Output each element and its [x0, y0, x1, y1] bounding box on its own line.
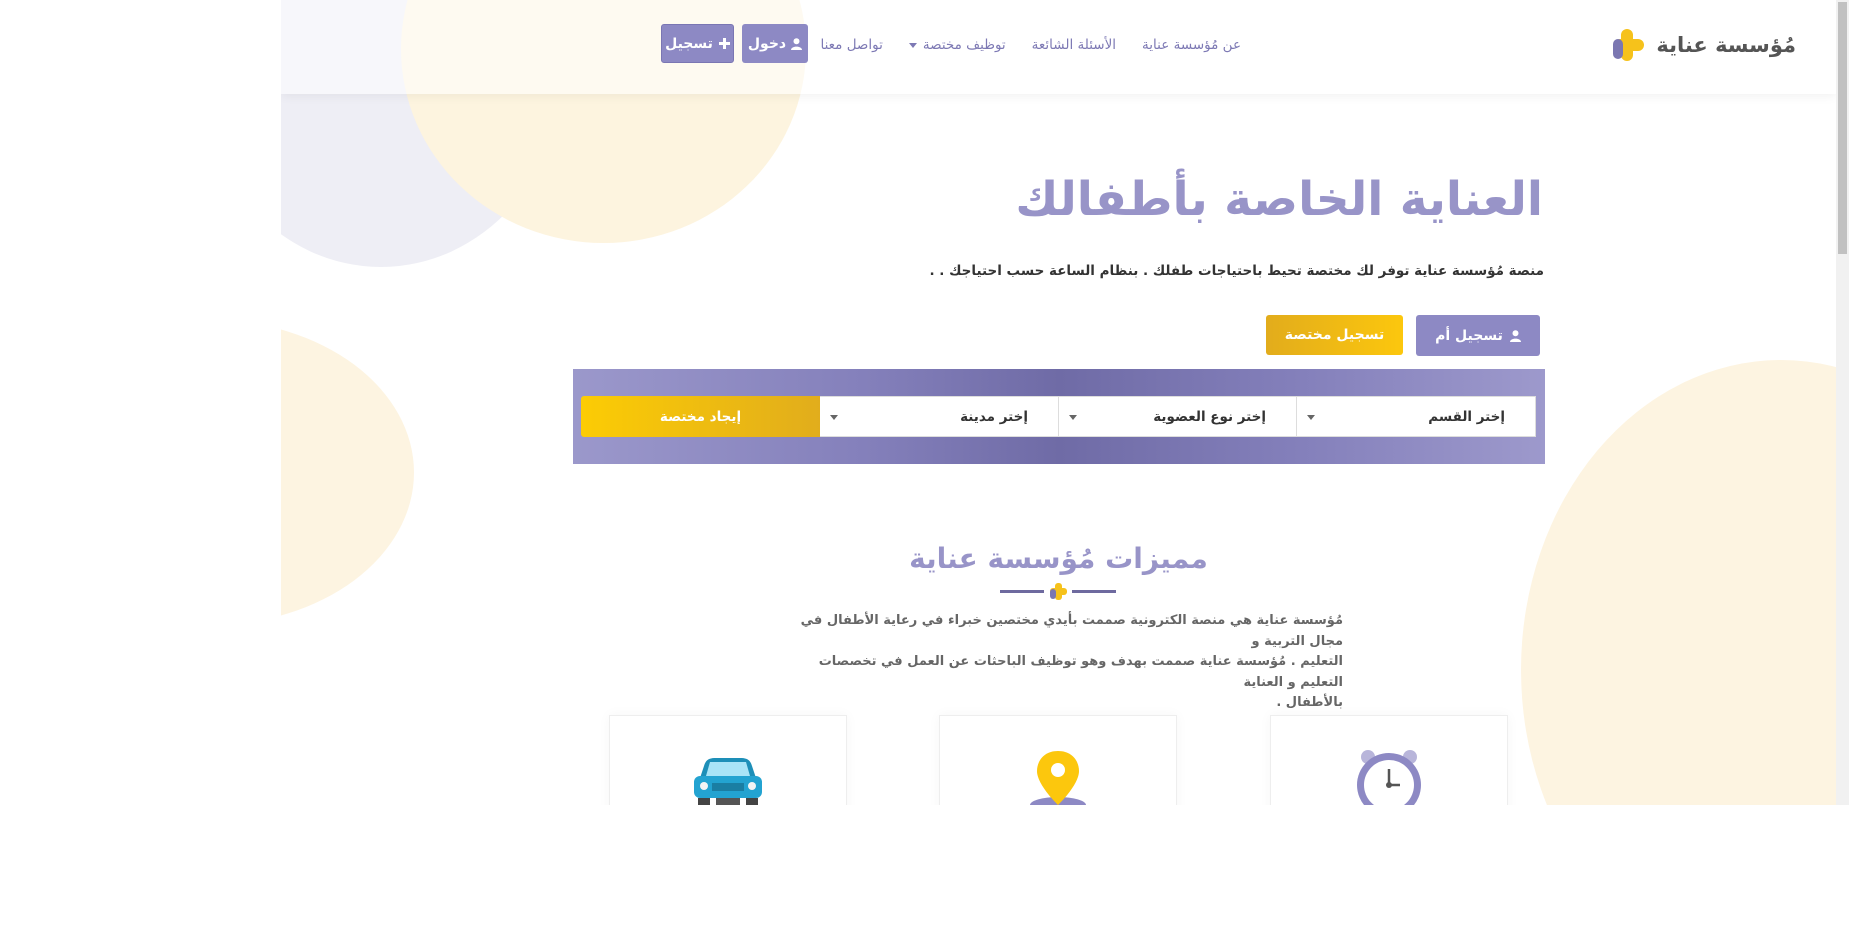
location-pin-icon: [1030, 751, 1086, 805]
site-header: مُؤسسة عناية عن مُؤسسة عناية الأسئلة الش…: [281, 0, 1836, 94]
plus-icon: [718, 38, 730, 49]
register-label: تسجيل: [665, 35, 713, 52]
logo-icon: [1612, 28, 1646, 62]
features-desc-line: بالأطفال .: [1276, 695, 1343, 710]
category-select-value: إختر القسم: [1428, 409, 1505, 425]
membership-select[interactable]: إختر نوع العضوية: [1058, 396, 1297, 437]
chevron-down-icon: [830, 415, 838, 420]
user-icon: [791, 37, 803, 50]
login-label: دخول: [747, 35, 787, 52]
nav-contact[interactable]: تواصل معنا: [820, 37, 882, 53]
find-specialist-button[interactable]: إيجاد مختصة: [581, 396, 820, 437]
features-desc-line: التعليم . مُؤسسة عناية صممت بهدف وهو توظ…: [818, 654, 1343, 690]
decorative-blob: [1521, 360, 1849, 805]
title-divider: [1000, 582, 1116, 602]
user-icon: [1509, 329, 1521, 342]
register-mother-label: تسجيل أم: [1435, 327, 1503, 344]
membership-select-value: إختر نوع العضوية: [1153, 409, 1266, 425]
search-bar: إختر القسم إختر نوع العضوية إختر مدينة إ…: [573, 369, 1545, 464]
scrollbar-thumb[interactable]: [1838, 2, 1847, 254]
chevron-down-icon: [1069, 415, 1077, 420]
feature-card: [609, 715, 847, 805]
hero-title: العناية الخاصة بأطفالك: [1015, 172, 1543, 227]
hero-subtitle: منصة مُؤسسة عناية توفر لك مختصة تحيط باح…: [929, 263, 1544, 279]
chevron-down-icon: [1307, 415, 1315, 420]
decorative-blob: [281, 320, 414, 625]
register-specialist-button[interactable]: تسجيل مختصة: [1266, 315, 1403, 355]
register-specialist-label: تسجيل مختصة: [1284, 327, 1385, 343]
login-button[interactable]: دخول: [742, 24, 808, 63]
clock-icon: [1357, 750, 1421, 805]
find-specialist-label: إيجاد مختصة: [659, 408, 742, 425]
feature-card: [939, 715, 1177, 805]
city-select[interactable]: إختر مدينة: [819, 396, 1059, 437]
register-mother-button[interactable]: تسجيل أم: [1416, 315, 1540, 356]
feature-card: [1270, 715, 1508, 805]
chevron-down-icon: [908, 42, 917, 48]
main-nav: عن مُؤسسة عناية الأسئلة الشائعة توظيف مخ…: [820, 37, 1241, 53]
features-desc-line: مُؤسسة عناية هي منصة الكترونية صممت بأيد…: [800, 613, 1343, 649]
page-scrollbar[interactable]: [1836, 0, 1849, 805]
logo-icon: [1050, 583, 1068, 601]
page: مُؤسسة عناية عن مُؤسسة عناية الأسئلة الش…: [281, 0, 1849, 805]
features-title: مميزات مُؤسسة عناية: [909, 542, 1208, 575]
category-select[interactable]: إختر القسم: [1296, 396, 1536, 437]
logo[interactable]: مُؤسسة عناية: [1612, 28, 1796, 62]
register-button[interactable]: تسجيل: [661, 24, 734, 63]
nav-hire-label: توظيف مختصة: [922, 37, 1006, 53]
city-select-value: إختر مدينة: [960, 409, 1028, 425]
nav-faq[interactable]: الأسئلة الشائعة: [1032, 37, 1116, 53]
nav-about[interactable]: عن مُؤسسة عناية: [1142, 37, 1241, 53]
logo-text: مُؤسسة عناية: [1656, 33, 1796, 57]
car-icon: [694, 758, 762, 805]
features-description: مُؤسسة عناية هي منصة الكترونية صممت بأيد…: [773, 611, 1343, 714]
nav-hire-dropdown[interactable]: توظيف مختصة: [908, 37, 1006, 53]
